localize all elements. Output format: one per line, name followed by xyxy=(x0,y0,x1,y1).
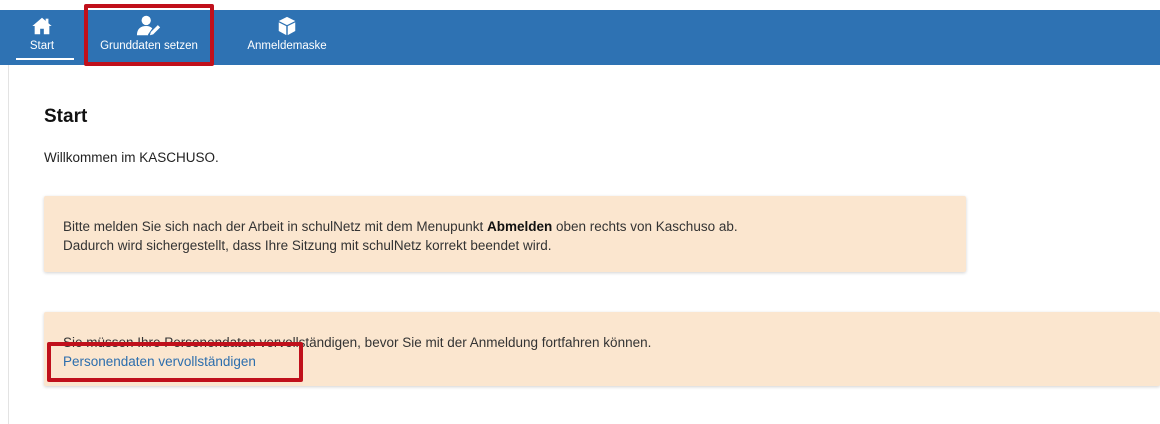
personal-data-text: Sie müssen Ihre Personendaten vervollstä… xyxy=(63,335,652,350)
page-title: Start xyxy=(44,106,88,127)
logout-notice-line2: Dadurch wird sichergestellt, dass Ihre S… xyxy=(63,238,552,253)
content-divider xyxy=(8,65,9,424)
nav-start[interactable]: Start xyxy=(10,10,74,65)
welcome-text: Willkommen im KASCHUSO. xyxy=(44,150,219,165)
nav-anmeldemaske-label: Anmeldemaske xyxy=(247,40,327,52)
top-navbar: Start Grunddaten setzen Anmeldemaske xyxy=(0,10,1160,65)
user-edit-icon xyxy=(136,15,161,36)
nav-grunddaten-label: Grunddaten setzen xyxy=(100,40,198,52)
cube-icon xyxy=(278,16,296,36)
home-icon xyxy=(32,17,52,35)
complete-personal-data-link[interactable]: Personendaten vervollständigen xyxy=(63,354,256,369)
abmelden-bold: Abmelden xyxy=(486,219,553,234)
logout-notice-line1: Bitte melden Sie sich nach der Arbeit in… xyxy=(63,219,738,234)
personal-data-notice: Sie müssen Ihre Personendaten vervollstä… xyxy=(44,312,1160,386)
nav-anmeldemaske[interactable]: Anmeldemaske xyxy=(232,10,342,65)
nav-grunddaten-setzen[interactable]: Grunddaten setzen xyxy=(88,10,210,65)
nav-start-label: Start xyxy=(29,40,55,52)
logout-notice: Bitte melden Sie sich nach der Arbeit in… xyxy=(44,196,966,272)
